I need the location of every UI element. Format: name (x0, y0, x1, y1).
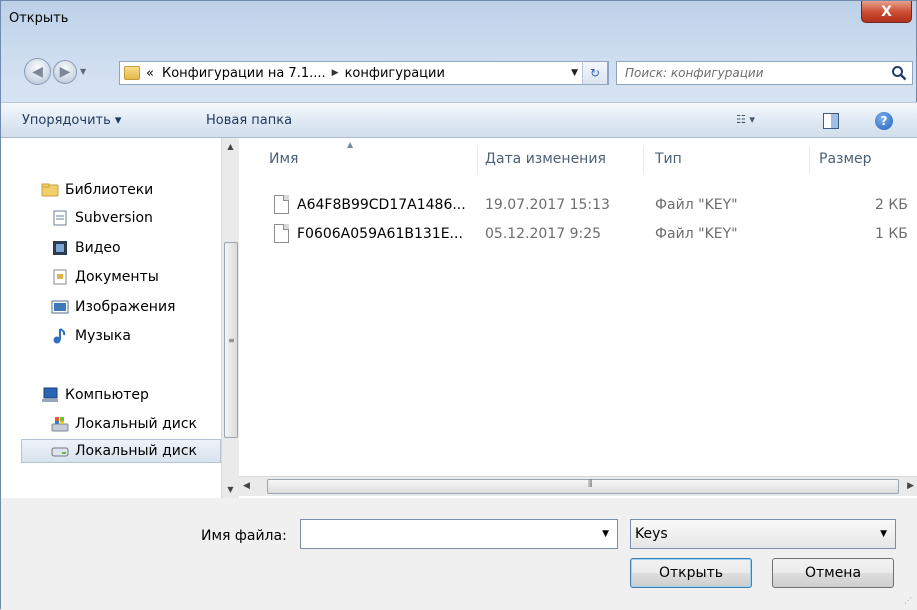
file-name: F0606A059A61B131E... (297, 226, 463, 242)
search-placeholder: Поиск: конфигурации (625, 66, 764, 80)
sidebar-item-label: Библиотеки (65, 182, 154, 198)
scroll-up-arrow-icon[interactable]: ▲ (222, 138, 239, 155)
navigation-row: ◀ ▶ ▼ « Конфигурации на 7.1.... ▶ конфиг… (1, 53, 917, 87)
document-icon (53, 210, 67, 226)
file-list: Имя ▲ Дата изменения Тип Размер A64F8B99… (239, 138, 917, 498)
resize-grip-icon[interactable]: ⋰ (904, 596, 914, 606)
filename-input[interactable]: ▼ (300, 519, 618, 549)
cancel-button[interactable]: Отмена (772, 558, 894, 588)
window-title: Открыть (9, 11, 69, 26)
video-icon (53, 241, 67, 255)
close-button[interactable]: X (861, 1, 912, 23)
music-icon (53, 328, 66, 344)
filename-dropdown-icon[interactable]: ▼ (602, 529, 609, 539)
navigation-pane-scrollbar[interactable]: ▲ ≡ ▼ (221, 138, 239, 498)
sidebar-item-local-disk[interactable]: Локальный диск (21, 439, 221, 463)
file-type: Файл "KEY" (655, 226, 738, 242)
column-divider[interactable] (809, 146, 810, 174)
open-button[interactable]: Открыть (630, 558, 752, 588)
recent-locations-dropdown-icon[interactable]: ▼ (80, 67, 86, 76)
file-name: A64F8B99CD17A1486... (297, 197, 466, 213)
help-icon[interactable]: ? (875, 112, 893, 130)
drive-icon (51, 447, 69, 457)
title-bar[interactable]: Открыть X (1, 1, 917, 35)
sidebar-item-subversion[interactable]: Subversion (51, 206, 153, 230)
sidebar-item-label: Локальный диск (75, 416, 198, 432)
dialog-footer: Имя файла: ▼ Keys ▼ Открыть Отмена ⋰ (1, 498, 917, 610)
file-type: Файл "KEY" (655, 197, 738, 213)
sidebar-item-label: Музыка (75, 328, 131, 344)
column-header-name[interactable]: Имя (269, 151, 298, 167)
breadcrumb-parent[interactable]: Конфигурации на 7.1.... (162, 66, 326, 81)
folder-icon (124, 66, 140, 80)
file-size: 1 КБ (875, 226, 908, 242)
libraries-icon (41, 183, 59, 197)
command-toolbar: Упорядочить ▾ Новая папка ☷ ▾ ? (1, 102, 917, 138)
filetype-value: Keys (635, 526, 668, 542)
search-icon[interactable] (891, 65, 907, 81)
navigation-pane: Библиотеки Subversion Видео Документы Из… (1, 138, 221, 498)
new-folder-button[interactable]: Новая папка (206, 113, 292, 128)
organize-menu-button[interactable]: Упорядочить ▾ (22, 113, 121, 128)
scroll-right-arrow-icon[interactable]: ▶ (907, 481, 914, 491)
change-view-button[interactable]: ☷ ▾ (736, 113, 772, 129)
address-bar[interactable]: « Конфигурации на 7.1.... ▶ конфигурации… (119, 61, 609, 85)
sidebar-item-computer[interactable]: Компьютер (41, 383, 149, 407)
column-header-date[interactable]: Дата изменения (485, 151, 606, 167)
view-list-icon: ☷ ▾ (736, 113, 755, 126)
file-size: 2 КБ (875, 197, 908, 213)
sidebar-item-music[interactable]: Музыка (51, 324, 131, 348)
sidebar-item-label: Документы (75, 269, 159, 285)
scrollbar-thumb[interactable]: ≡ (224, 242, 238, 438)
filename-label: Имя файла: (201, 528, 287, 544)
back-button[interactable]: ◀ (24, 58, 51, 85)
refresh-icon: ↻ (589, 66, 601, 80)
search-input[interactable]: Поиск: конфигурации (616, 61, 913, 85)
sidebar-item-local-disk-system[interactable]: Локальный диск (51, 412, 197, 436)
forward-arrow-icon: ▶ (59, 64, 71, 80)
file-date: 19.07.2017 15:13 (485, 197, 610, 213)
sidebar-item-label: Локальный диск (75, 443, 198, 459)
scroll-left-arrow-icon[interactable]: ◀ (243, 481, 250, 491)
filetype-select[interactable]: Keys ▼ (630, 519, 896, 549)
column-header-size[interactable]: Размер (819, 151, 872, 167)
file-list-horizontal-scrollbar[interactable]: ◀ ⦀ ▶ (239, 476, 917, 496)
sidebar-item-video[interactable]: Видео (51, 236, 121, 260)
grip-icon: ⦀ (588, 479, 593, 490)
breadcrumb-overflow[interactable]: « (146, 66, 154, 81)
table-row[interactable]: F0606A059A61B131E... 05.12.2017 9:25 Фай… (267, 222, 917, 246)
table-row[interactable]: A64F8B99CD17A1486... 19.07.2017 15:13 Фа… (267, 193, 917, 217)
breadcrumb-current[interactable]: конфигурации (345, 66, 445, 81)
address-dropdown-icon[interactable]: ▼ (571, 68, 578, 78)
sidebar-item-libraries[interactable]: Библиотеки (41, 178, 153, 202)
open-file-dialog: Открыть X ◀ ▶ ▼ « Конфигурации на 7.1...… (0, 0, 917, 610)
system-drive-icon (51, 417, 69, 432)
browser-area: Библиотеки Subversion Видео Документы Из… (1, 138, 917, 498)
sidebar-item-label: Subversion (75, 210, 153, 226)
sidebar-item-label: Видео (75, 240, 121, 256)
back-arrow-icon: ◀ (32, 63, 43, 80)
file-icon (274, 224, 289, 243)
forward-button[interactable]: ▶ (53, 60, 77, 84)
sidebar-item-label: Изображения (75, 299, 176, 315)
filetype-dropdown-icon[interactable]: ▼ (880, 529, 887, 539)
documents-icon (53, 269, 67, 285)
pictures-icon (51, 300, 69, 314)
sidebar-item-pictures[interactable]: Изображения (51, 295, 175, 319)
preview-pane-icon[interactable] (823, 113, 839, 129)
sort-ascending-icon: ▲ (347, 140, 354, 149)
file-icon (274, 195, 289, 214)
column-divider[interactable] (477, 146, 478, 174)
column-header-type[interactable]: Тип (655, 151, 682, 167)
file-date: 05.12.2017 9:25 (485, 226, 602, 242)
computer-icon (42, 387, 58, 402)
refresh-button[interactable]: ↻ (582, 61, 608, 85)
column-divider[interactable] (643, 146, 644, 174)
grip-icon: ≡ (228, 336, 235, 345)
breadcrumb-chevron-icon[interactable]: ▶ (332, 68, 339, 78)
scroll-down-arrow-icon[interactable]: ▼ (222, 481, 239, 498)
sidebar-item-label: Компьютер (65, 387, 149, 403)
scrollbar-thumb[interactable]: ⦀ (267, 479, 899, 494)
sidebar-item-documents[interactable]: Документы (51, 265, 159, 289)
